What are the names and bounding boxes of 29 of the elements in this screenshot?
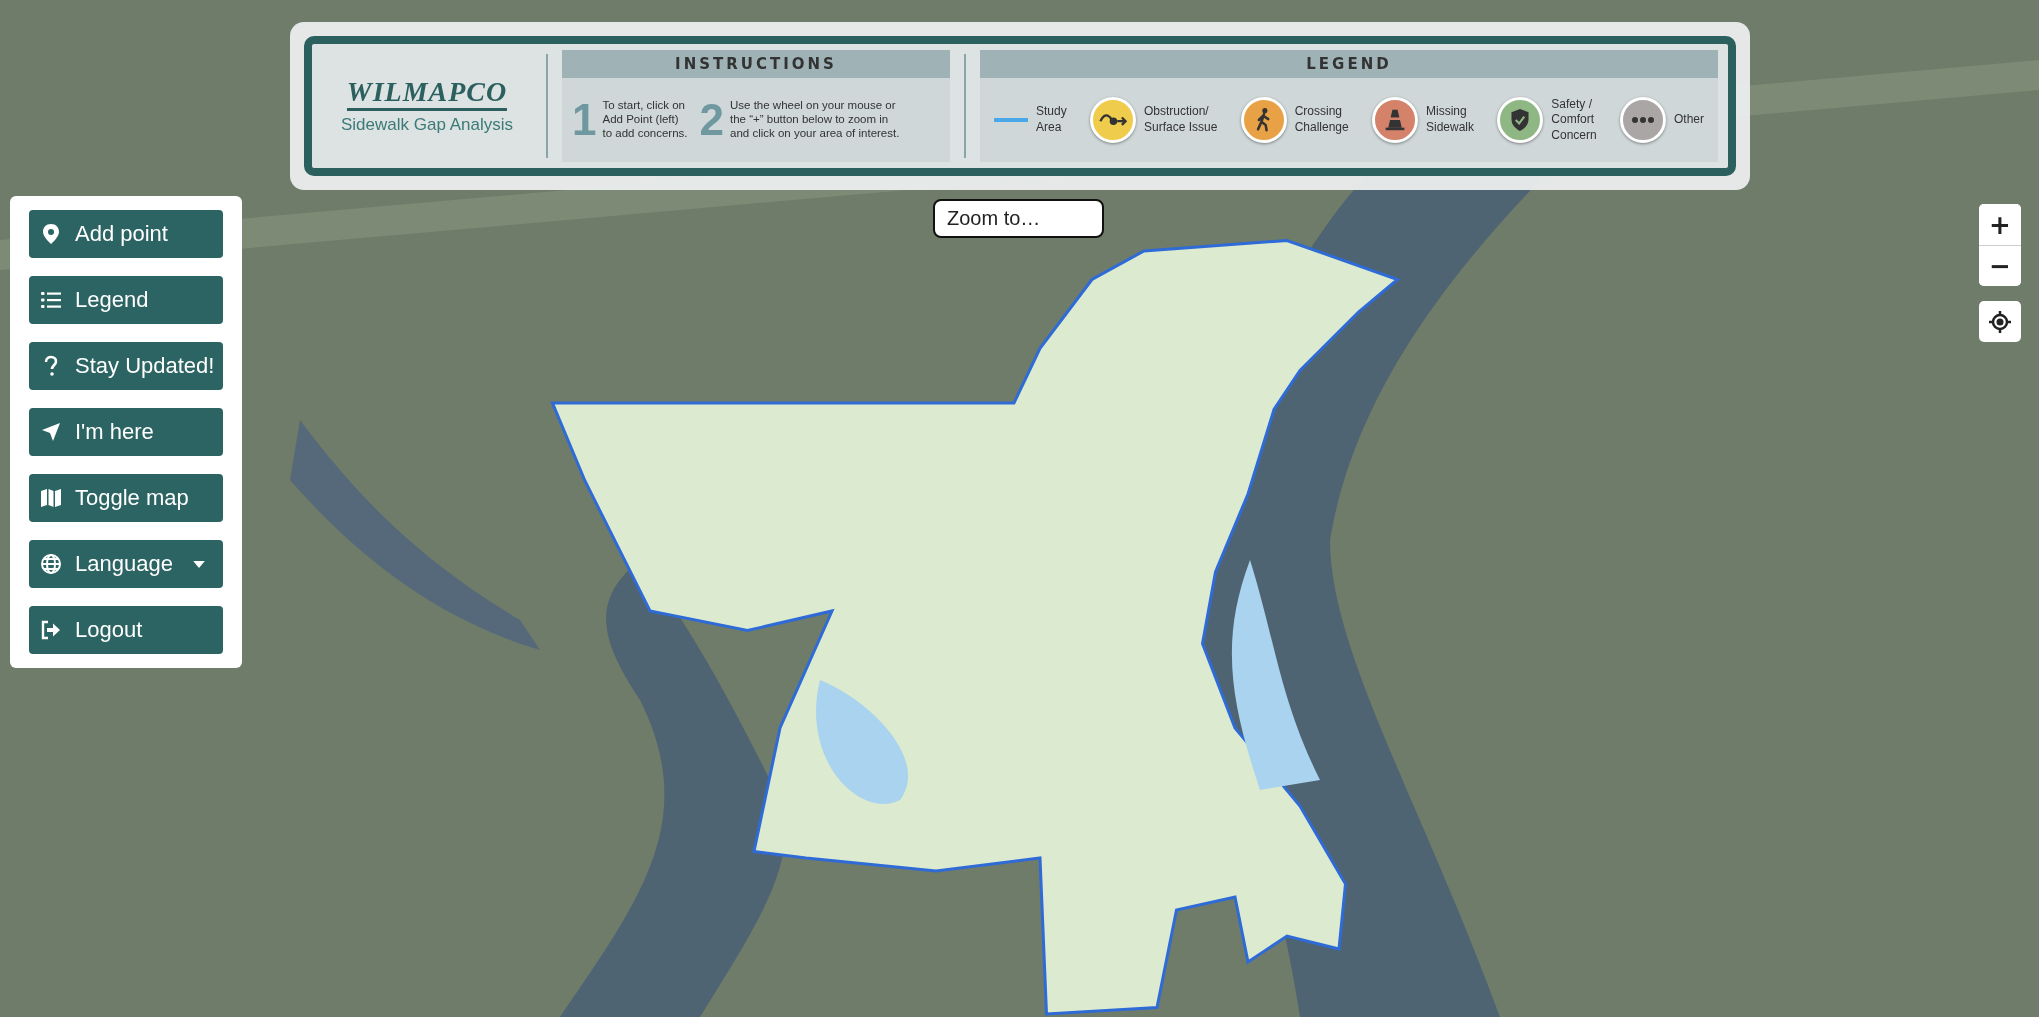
section-heading: LEGEND (980, 50, 1718, 78)
search-field[interactable]: Zoom to… (933, 199, 1104, 238)
step-text: To start, click on Add Point (left) to add concerns. (602, 99, 688, 141)
menu-button[interactable]: Logout (29, 606, 223, 654)
step-number: 2 (699, 98, 724, 142)
legend-label: Obstruction/ Surface Issue (1144, 104, 1218, 136)
section-heading: INSTRUCTIONS (562, 50, 950, 78)
menu-button[interactable]: Legend (29, 276, 223, 324)
menu-button[interactable]: Stay Updated! (29, 342, 223, 390)
locate-button[interactable] (1979, 301, 2021, 342)
obstruction-icon (1099, 113, 1127, 127)
legend-label: Crossing Challenge (1294, 104, 1349, 136)
step-number: 1 (572, 98, 597, 142)
zoom-out-button[interactable]: − (1979, 245, 2021, 286)
logo: WILMAPCO (346, 77, 508, 111)
menu-button[interactable]: I'm here (29, 408, 223, 456)
menu-button[interactable]: Add point (29, 210, 223, 258)
app-subtitle: Sidewalk Gap Analysis (341, 114, 513, 135)
legend-label: Other (1674, 112, 1704, 128)
menu-button[interactable]: Language (29, 540, 223, 588)
legend-label: Study Area (1036, 104, 1067, 136)
dots-icon (1632, 117, 1654, 123)
map-icon (39, 486, 63, 510)
legend-label: Missing Sidewalk (1426, 104, 1475, 136)
locate-icon (1988, 309, 2012, 334)
legend-label: Safety / Comfort Concern (1551, 96, 1597, 144)
menu-button[interactable]: Toggle map (29, 474, 223, 522)
globe-icon (39, 552, 63, 576)
step-text: Use the wheel on your mouse or the “+” button below to zoom in and click on your area of interest. (730, 99, 900, 141)
